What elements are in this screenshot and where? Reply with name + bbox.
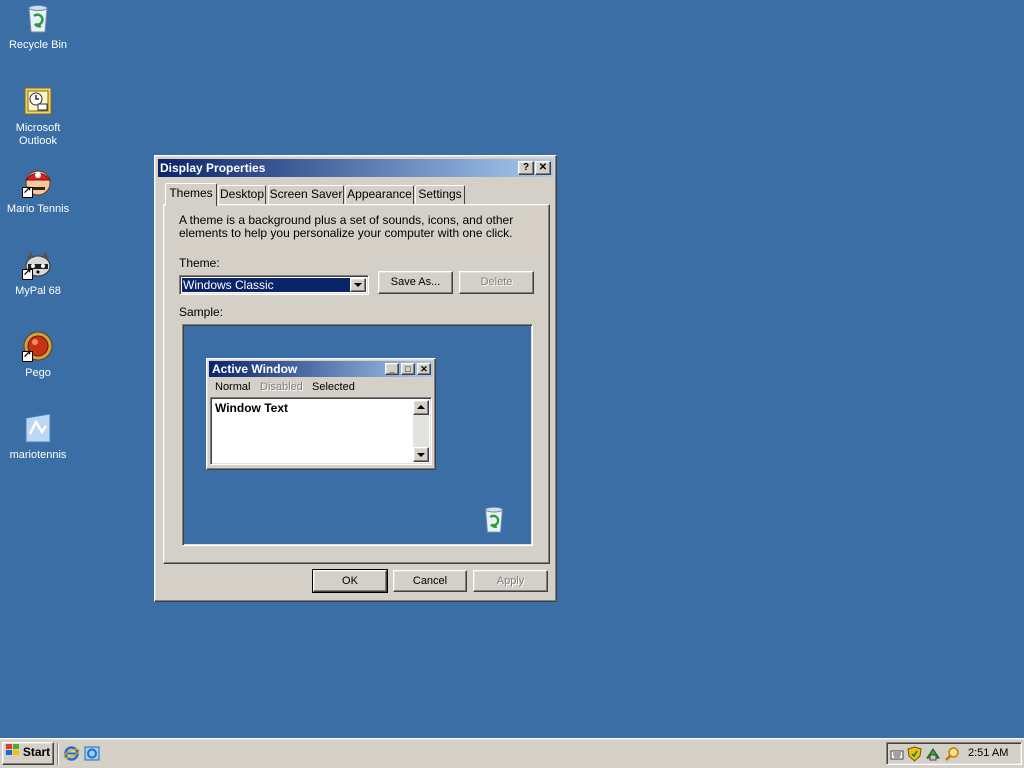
- scroll-up-arrow-icon: [413, 400, 429, 415]
- desktop-icon-mypal[interactable]: MyPal 68: [0, 248, 76, 298]
- chevron-down-icon[interactable]: [350, 278, 366, 292]
- sample-active-window: Active Window _ □ ✕ Normal Disabled Sele…: [206, 358, 436, 470]
- start-button[interactable]: Start: [2, 742, 54, 765]
- sample-menu-disabled: Disabled: [260, 381, 303, 393]
- tab-settings[interactable]: Settings: [415, 185, 465, 204]
- desktop-icon-label: Recycle Bin: [8, 39, 68, 51]
- close-button[interactable]: ✕: [535, 161, 551, 175]
- dialog-titlebar[interactable]: Display Properties ? ✕: [158, 159, 553, 177]
- keyboard-icon[interactable]: [890, 747, 904, 761]
- display-properties-dialog: Display Properties ? ✕ Themes Desktop Sc…: [154, 155, 557, 602]
- sample-window-text: Window Text: [215, 401, 288, 415]
- taskbar: Start 2:51 AM: [0, 738, 1024, 768]
- desktop-icon-mariotennis[interactable]: mariotennis: [0, 412, 76, 462]
- tab-desktop[interactable]: Desktop: [218, 185, 266, 204]
- quicklaunch-divider: [57, 743, 59, 765]
- sample-menu-selected: Selected: [312, 381, 355, 393]
- sample-scrollbar: [413, 400, 429, 462]
- tab-themes[interactable]: Themes: [165, 183, 217, 206]
- desktop-icon-label: mariotennis: [9, 449, 67, 461]
- start-label: Start: [22, 745, 51, 759]
- pego-icon: [22, 330, 54, 362]
- desktop-icon-recycle-bin[interactable]: Recycle Bin: [0, 2, 76, 52]
- sample-text-area: Window Text: [210, 397, 432, 465]
- mariotennis-file-icon: [22, 412, 54, 444]
- desktop-icon-label: MyPal 68: [15, 285, 61, 297]
- desktop-icon-label: Mario Tennis: [6, 203, 70, 215]
- sample-preview: Active Window _ □ ✕ Normal Disabled Sele…: [182, 324, 533, 546]
- scroll-down-arrow-icon: [413, 447, 429, 462]
- shortcut-arrow-icon: [22, 185, 33, 198]
- close-icon: ✕: [417, 363, 431, 375]
- theme-label: Theme:: [179, 256, 220, 270]
- mario-tennis-icon: [22, 166, 54, 198]
- outlook-express-icon[interactable]: [84, 745, 101, 762]
- recycle-bin-icon: [22, 2, 54, 34]
- desktop-icon-outlook[interactable]: Microsoft Outlook: [0, 85, 76, 148]
- theme-description: A theme is a background plus a set of so…: [179, 213, 514, 240]
- delete-button[interactable]: Delete: [459, 271, 534, 294]
- sample-window-title: Active Window: [212, 362, 298, 376]
- apply-button[interactable]: Apply: [473, 570, 548, 592]
- internet-explorer-icon[interactable]: [63, 745, 80, 762]
- theme-select[interactable]: Windows Classic: [179, 275, 369, 295]
- sample-window-titlebar: Active Window _ □ ✕: [209, 361, 433, 377]
- themes-tab-panel: A theme is a background plus a set of so…: [163, 204, 550, 564]
- outlook-icon: [22, 85, 54, 117]
- theme-select-value: Windows Classic: [182, 278, 350, 292]
- shortcut-arrow-icon: [22, 349, 33, 362]
- desktop-icon-pego[interactable]: Pego: [0, 330, 76, 380]
- help-button[interactable]: ?: [518, 161, 534, 175]
- security-shield-icon[interactable]: [907, 746, 922, 762]
- desktop-icon-mario-tennis[interactable]: Mario Tennis: [0, 166, 76, 216]
- tab-screen-saver[interactable]: Screen Saver: [268, 185, 344, 204]
- network-icon[interactable]: [925, 746, 941, 762]
- sample-recycle-bin-icon: [479, 503, 509, 535]
- sample-label: Sample:: [179, 305, 224, 319]
- system-tray: 2:51 AM: [886, 742, 1022, 765]
- ok-button[interactable]: OK: [312, 569, 388, 593]
- cancel-button[interactable]: Cancel: [393, 570, 467, 592]
- dialog-title: Display Properties: [160, 161, 266, 175]
- sample-menu-bar: Normal Disabled Selected: [209, 379, 433, 395]
- magnifier-icon[interactable]: [944, 746, 960, 762]
- minimize-icon: _: [385, 363, 399, 375]
- desktop-icon-label: Pego: [25, 367, 51, 379]
- maximize-icon: □: [401, 363, 415, 375]
- clock[interactable]: 2:51 AM: [968, 747, 1008, 759]
- shortcut-arrow-icon: [22, 267, 33, 280]
- desktop-icon-label: Microsoft Outlook: [15, 122, 61, 147]
- windows-logo-icon: [5, 743, 20, 762]
- sample-menu-normal: Normal: [215, 381, 251, 393]
- tab-appearance[interactable]: Appearance: [345, 185, 414, 204]
- save-as-button[interactable]: Save As...: [378, 271, 453, 294]
- mypal-raccoon-icon: [22, 248, 54, 280]
